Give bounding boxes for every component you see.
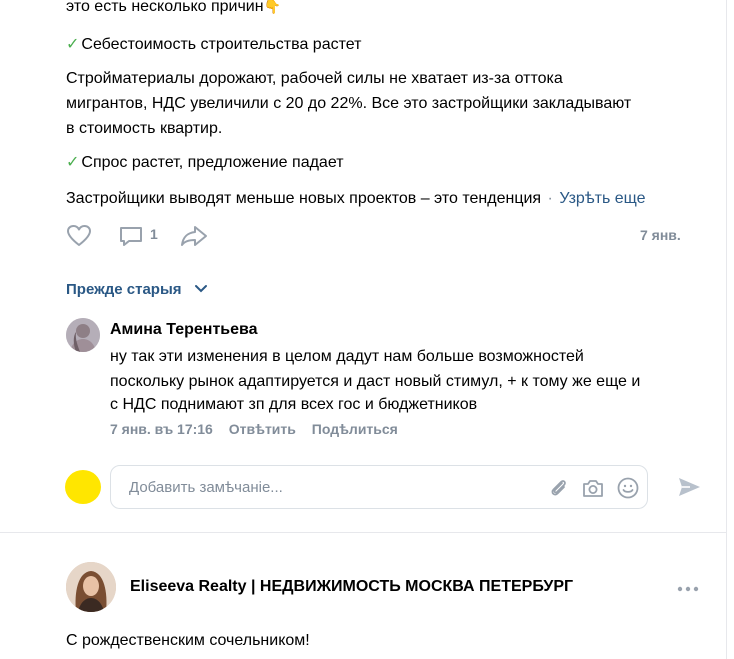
post-paragraph-2-line-1: Застройщики выводят меньше новых проекто… — [66, 186, 646, 211]
person-photo-icon — [66, 562, 116, 612]
point-down-emoji-icon: 👇 — [263, 0, 282, 14]
comment-bubble-icon — [120, 227, 142, 246]
comment-line-1: ну так эти изменения в целом дадут нам б… — [110, 348, 584, 365]
post-text-intro: это есть несколько причин — [66, 0, 264, 15]
share-arrow-icon — [181, 226, 207, 246]
more-dots-icon — [677, 586, 699, 592]
comments-sort-toggle[interactable]: Прежде старыя — [66, 281, 208, 298]
post-paragraph-1-line-2: мигрантов, НДС увеличили с 20 до 22%. Вс… — [66, 95, 632, 112]
ellipsis-fade: · — [547, 190, 553, 207]
next-post-text: С рождественским сочельником! — [66, 632, 310, 649]
chevron-down-icon — [194, 285, 207, 293]
comment-meta: 7 янв. въ 17:16 Отвѣтить Подѣлиться — [110, 421, 398, 437]
post-line-0: это есть несколько причин👇 — [66, 0, 281, 19]
user-avatar[interactable] — [65, 470, 101, 504]
comment-input[interactable] — [127, 478, 541, 497]
post-separator — [0, 532, 726, 541]
comment-input-box[interactable] — [110, 465, 648, 509]
paperclip-icon[interactable] — [547, 477, 569, 499]
heart-icon — [67, 225, 91, 246]
post-paragraph-1-line-3: в стоимость квартир. — [66, 120, 223, 137]
post-paragraph-2-text: Застройщики выводят меньше новых проекто… — [66, 190, 542, 207]
feed-card: это есть несколько причин👇 ✓ Себестоимост… — [0, 0, 726, 659]
commenter-avatar[interactable] — [66, 318, 100, 352]
comment-time[interactable]: 7 янв. въ 17:16 — [110, 421, 213, 437]
comments-sort-label: Прежде старыя — [66, 281, 182, 298]
check-mark-icon: ✓ — [66, 36, 80, 53]
post-point-2-text: Спрос растет, предложение падает — [81, 154, 344, 171]
more-options-button[interactable] — [676, 582, 700, 594]
post-point-2: ✓ Спрос растет, предложение падает — [66, 150, 344, 175]
post-paragraph-1-line-1: Стройматериалы дорожают, рабочей силы не… — [66, 70, 563, 87]
comment-reply-button[interactable]: Отвѣтить — [229, 421, 296, 437]
post-date[interactable]: 7 янв. — [640, 227, 681, 243]
like-button[interactable] — [66, 224, 94, 248]
show-more-link[interactable]: Узрѣть еще — [559, 190, 645, 207]
comment-line-3: с НДС поднимают зп для всех гос и бюджет… — [110, 396, 478, 413]
comment-line-2: поскольку рынок адаптируется и даст новы… — [110, 373, 641, 390]
next-post-author[interactable]: Eliseeva Realty | НЕДВИЖИМОСТЬ МОСКВА ПЕ… — [130, 578, 573, 596]
smiley-icon[interactable] — [616, 476, 640, 500]
send-icon[interactable] — [676, 474, 702, 500]
post-point-1: ✓ Себестоимость строительства растет — [66, 32, 361, 57]
check-mark-icon: ✓ — [66, 154, 80, 171]
post-point-1-text: Себестоимость строительства растет — [81, 36, 362, 53]
camera-icon[interactable] — [581, 477, 605, 499]
community-avatar[interactable] — [66, 562, 116, 612]
person-silhouette-icon — [66, 318, 100, 352]
comment-share-button[interactable]: Подѣлиться — [312, 421, 398, 437]
comments-count: 1 — [150, 226, 158, 242]
share-button[interactable] — [180, 224, 210, 248]
comment-author[interactable]: Амина Терентьева — [110, 321, 258, 339]
scrollbar-track[interactable] — [726, 0, 734, 659]
comment-button[interactable]: 1 — [118, 224, 162, 248]
